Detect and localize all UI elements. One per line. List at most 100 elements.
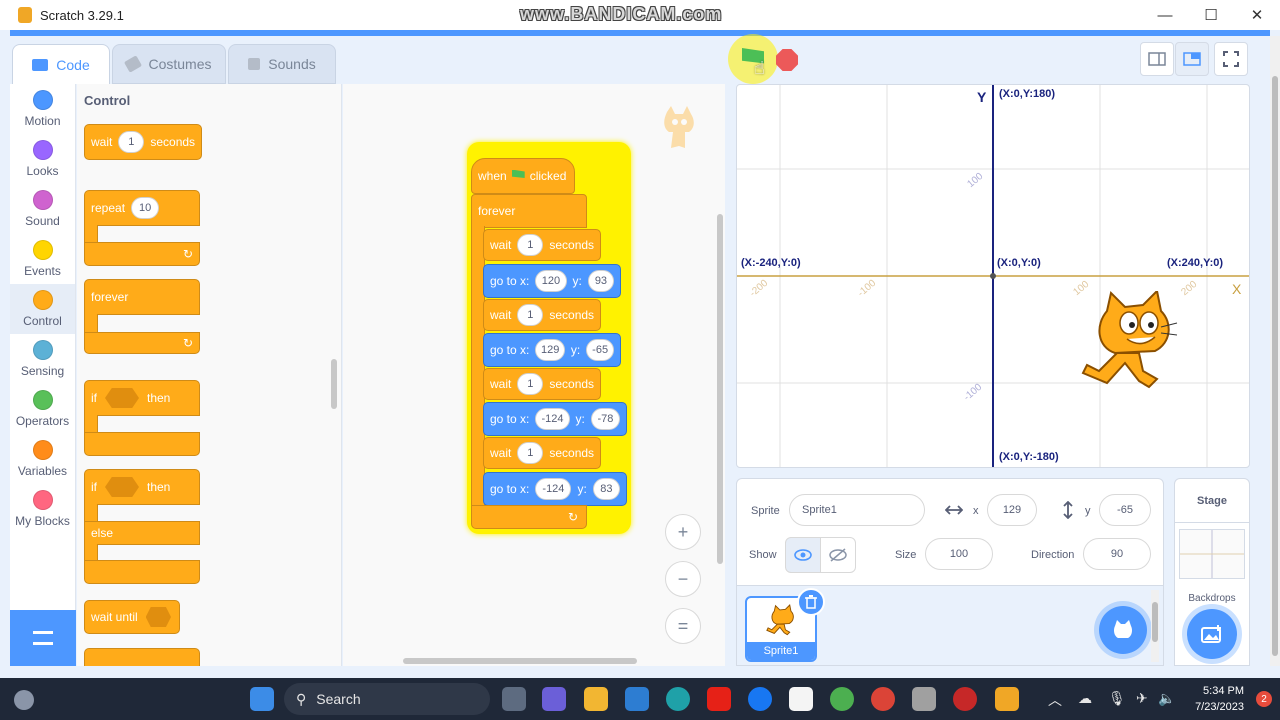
- forever-block[interactable]: forever: [471, 194, 587, 228]
- x-input[interactable]: -124: [535, 478, 572, 500]
- x-input[interactable]: 129: [535, 339, 565, 361]
- scratch-taskbar-icon[interactable]: [995, 687, 1019, 711]
- fullscreen-button[interactable]: [1214, 42, 1248, 76]
- minimize-button[interactable]: —: [1142, 0, 1188, 30]
- palette-wait-block[interactable]: wait 1 seconds: [84, 124, 202, 160]
- sprite-list-scroll-thumb[interactable]: [1152, 602, 1158, 642]
- sprite-list-scrollbar[interactable]: [1151, 590, 1159, 662]
- airplane-mode-icon[interactable]: ✈: [1136, 690, 1148, 707]
- repeat-input[interactable]: 10: [131, 197, 160, 219]
- taskbar-clock[interactable]: 5:34 PM 7/23/2023: [1195, 683, 1244, 715]
- palette-scrollbar[interactable]: [331, 359, 337, 409]
- category-looks[interactable]: Looks: [10, 134, 75, 184]
- notification-badge[interactable]: 2: [1256, 691, 1272, 707]
- stage-canvas[interactable]: Y X (X:0,Y:180) (X:0,Y:-180) (X:-240,Y:0…: [736, 84, 1250, 468]
- goto-xy-block[interactable]: go to x: 120 y: 93: [483, 264, 621, 298]
- show-sprite-button[interactable]: [785, 537, 821, 573]
- small-stage-button[interactable]: [1140, 42, 1174, 76]
- tab-sounds[interactable]: Sounds: [228, 44, 336, 84]
- facebook-icon[interactable]: [748, 687, 772, 711]
- wait-block[interactable]: wait 1 seconds: [483, 368, 601, 400]
- window-scrollbar[interactable]: [1270, 36, 1280, 666]
- stage-thumbnail[interactable]: [1179, 529, 1245, 579]
- normal-stage-button[interactable]: [1175, 42, 1209, 76]
- palette-wait-until-block[interactable]: wait until: [84, 600, 180, 634]
- y-position-input[interactable]: -65: [1099, 494, 1151, 526]
- bandicam-icon[interactable]: [953, 687, 977, 711]
- choose-sprite-button[interactable]: [1099, 606, 1147, 654]
- condition-slot[interactable]: [105, 388, 139, 408]
- wait-input[interactable]: 1: [118, 131, 145, 153]
- delete-sprite-button[interactable]: [797, 588, 825, 616]
- ms-store-icon[interactable]: [625, 687, 649, 711]
- palette-forever-block[interactable]: forever: [84, 279, 200, 315]
- direction-input[interactable]: 90: [1083, 538, 1151, 570]
- choose-backdrop-button[interactable]: [1187, 609, 1237, 659]
- youtube-icon[interactable]: [707, 687, 731, 711]
- when-flag-clicked-block[interactable]: when clicked: [471, 158, 575, 194]
- x-position-input[interactable]: 129: [987, 494, 1037, 526]
- sprite-name-input[interactable]: Sprite1: [789, 494, 925, 526]
- tab-code[interactable]: Code: [12, 44, 110, 84]
- palette-repeat-until-block[interactable]: [84, 648, 200, 666]
- category-operators[interactable]: Operators: [10, 384, 75, 434]
- app-icon[interactable]: [912, 687, 936, 711]
- category-control[interactable]: Control: [10, 284, 75, 334]
- wait-block[interactable]: wait 1 seconds: [483, 299, 601, 331]
- category-my-blocks[interactable]: My Blocks: [10, 484, 75, 534]
- size-input[interactable]: 100: [925, 538, 993, 570]
- edge-icon[interactable]: [666, 687, 690, 711]
- condition-slot[interactable]: [145, 607, 171, 627]
- wait-input[interactable]: 1: [517, 373, 544, 395]
- close-button[interactable]: ✕: [1234, 0, 1280, 30]
- zoom-out-button[interactable]: −: [665, 561, 701, 597]
- palette-if-then-block[interactable]: if then: [84, 380, 200, 416]
- wait-input[interactable]: 1: [517, 442, 544, 464]
- script-area[interactable]: when clicked forever wait 1 seconds go t…: [343, 84, 725, 666]
- zoom-in-button[interactable]: +: [665, 514, 701, 550]
- stage-selector-panel[interactable]: Stage Backdrops: [1174, 478, 1250, 666]
- condition-slot[interactable]: [105, 477, 139, 497]
- y-input[interactable]: 93: [587, 270, 614, 292]
- script-horizontal-scrollbar[interactable]: [403, 658, 637, 664]
- file-explorer-icon[interactable]: [584, 687, 608, 711]
- weather-widget-icon[interactable]: [14, 690, 34, 710]
- category-sound[interactable]: Sound: [10, 184, 75, 234]
- palette-repeat-block[interactable]: repeat 10: [84, 190, 200, 226]
- y-input[interactable]: 83: [592, 478, 620, 500]
- category-variables[interactable]: Variables: [10, 434, 75, 484]
- wait-input[interactable]: 1: [517, 234, 544, 256]
- x-input[interactable]: -124: [535, 408, 570, 430]
- wait-input[interactable]: 1: [517, 304, 544, 326]
- wait-block[interactable]: wait 1 seconds: [483, 437, 601, 469]
- goto-xy-block[interactable]: go to x: 129 y: -65: [483, 333, 621, 367]
- window-scroll-thumb[interactable]: [1272, 76, 1278, 656]
- taskbar-search[interactable]: ⚲ Search: [284, 683, 490, 715]
- wait-block[interactable]: wait 1 seconds: [483, 229, 601, 261]
- stop-button[interactable]: [776, 49, 798, 71]
- volume-icon[interactable]: 🔈: [1158, 690, 1175, 707]
- add-extension-button[interactable]: [10, 610, 76, 666]
- microphone-icon[interactable]: 🎙: [1108, 690, 1126, 707]
- chevron-up-icon[interactable]: ︿: [1048, 690, 1062, 710]
- y-input[interactable]: -65: [586, 339, 614, 361]
- tab-costumes[interactable]: Costumes: [112, 44, 226, 84]
- category-sensing[interactable]: Sensing: [10, 334, 75, 384]
- x-input[interactable]: 120: [535, 270, 567, 292]
- onedrive-icon[interactable]: ☁: [1078, 690, 1092, 707]
- script-vertical-scrollbar[interactable]: [717, 214, 723, 564]
- y-input[interactable]: -78: [590, 408, 620, 430]
- zoom-reset-button[interactable]: =: [665, 608, 701, 644]
- goto-xy-block[interactable]: go to x: -124 y: -78: [483, 402, 627, 436]
- maximize-button[interactable]: ☐: [1188, 0, 1234, 30]
- category-motion[interactable]: Motion: [10, 84, 75, 134]
- category-events[interactable]: Events: [10, 234, 75, 284]
- goto-xy-block[interactable]: go to x: -124 y: 83: [483, 472, 627, 506]
- chrome-icon[interactable]: [830, 687, 854, 711]
- teams-chat-icon[interactable]: [542, 687, 566, 711]
- start-icon[interactable]: [250, 687, 274, 711]
- chrome-profile-icon[interactable]: [871, 687, 895, 711]
- scratch-cat-sprite[interactable]: [1077, 291, 1187, 401]
- task-view-icon[interactable]: [502, 687, 526, 711]
- palette-if-else-block[interactable]: if then: [84, 469, 200, 505]
